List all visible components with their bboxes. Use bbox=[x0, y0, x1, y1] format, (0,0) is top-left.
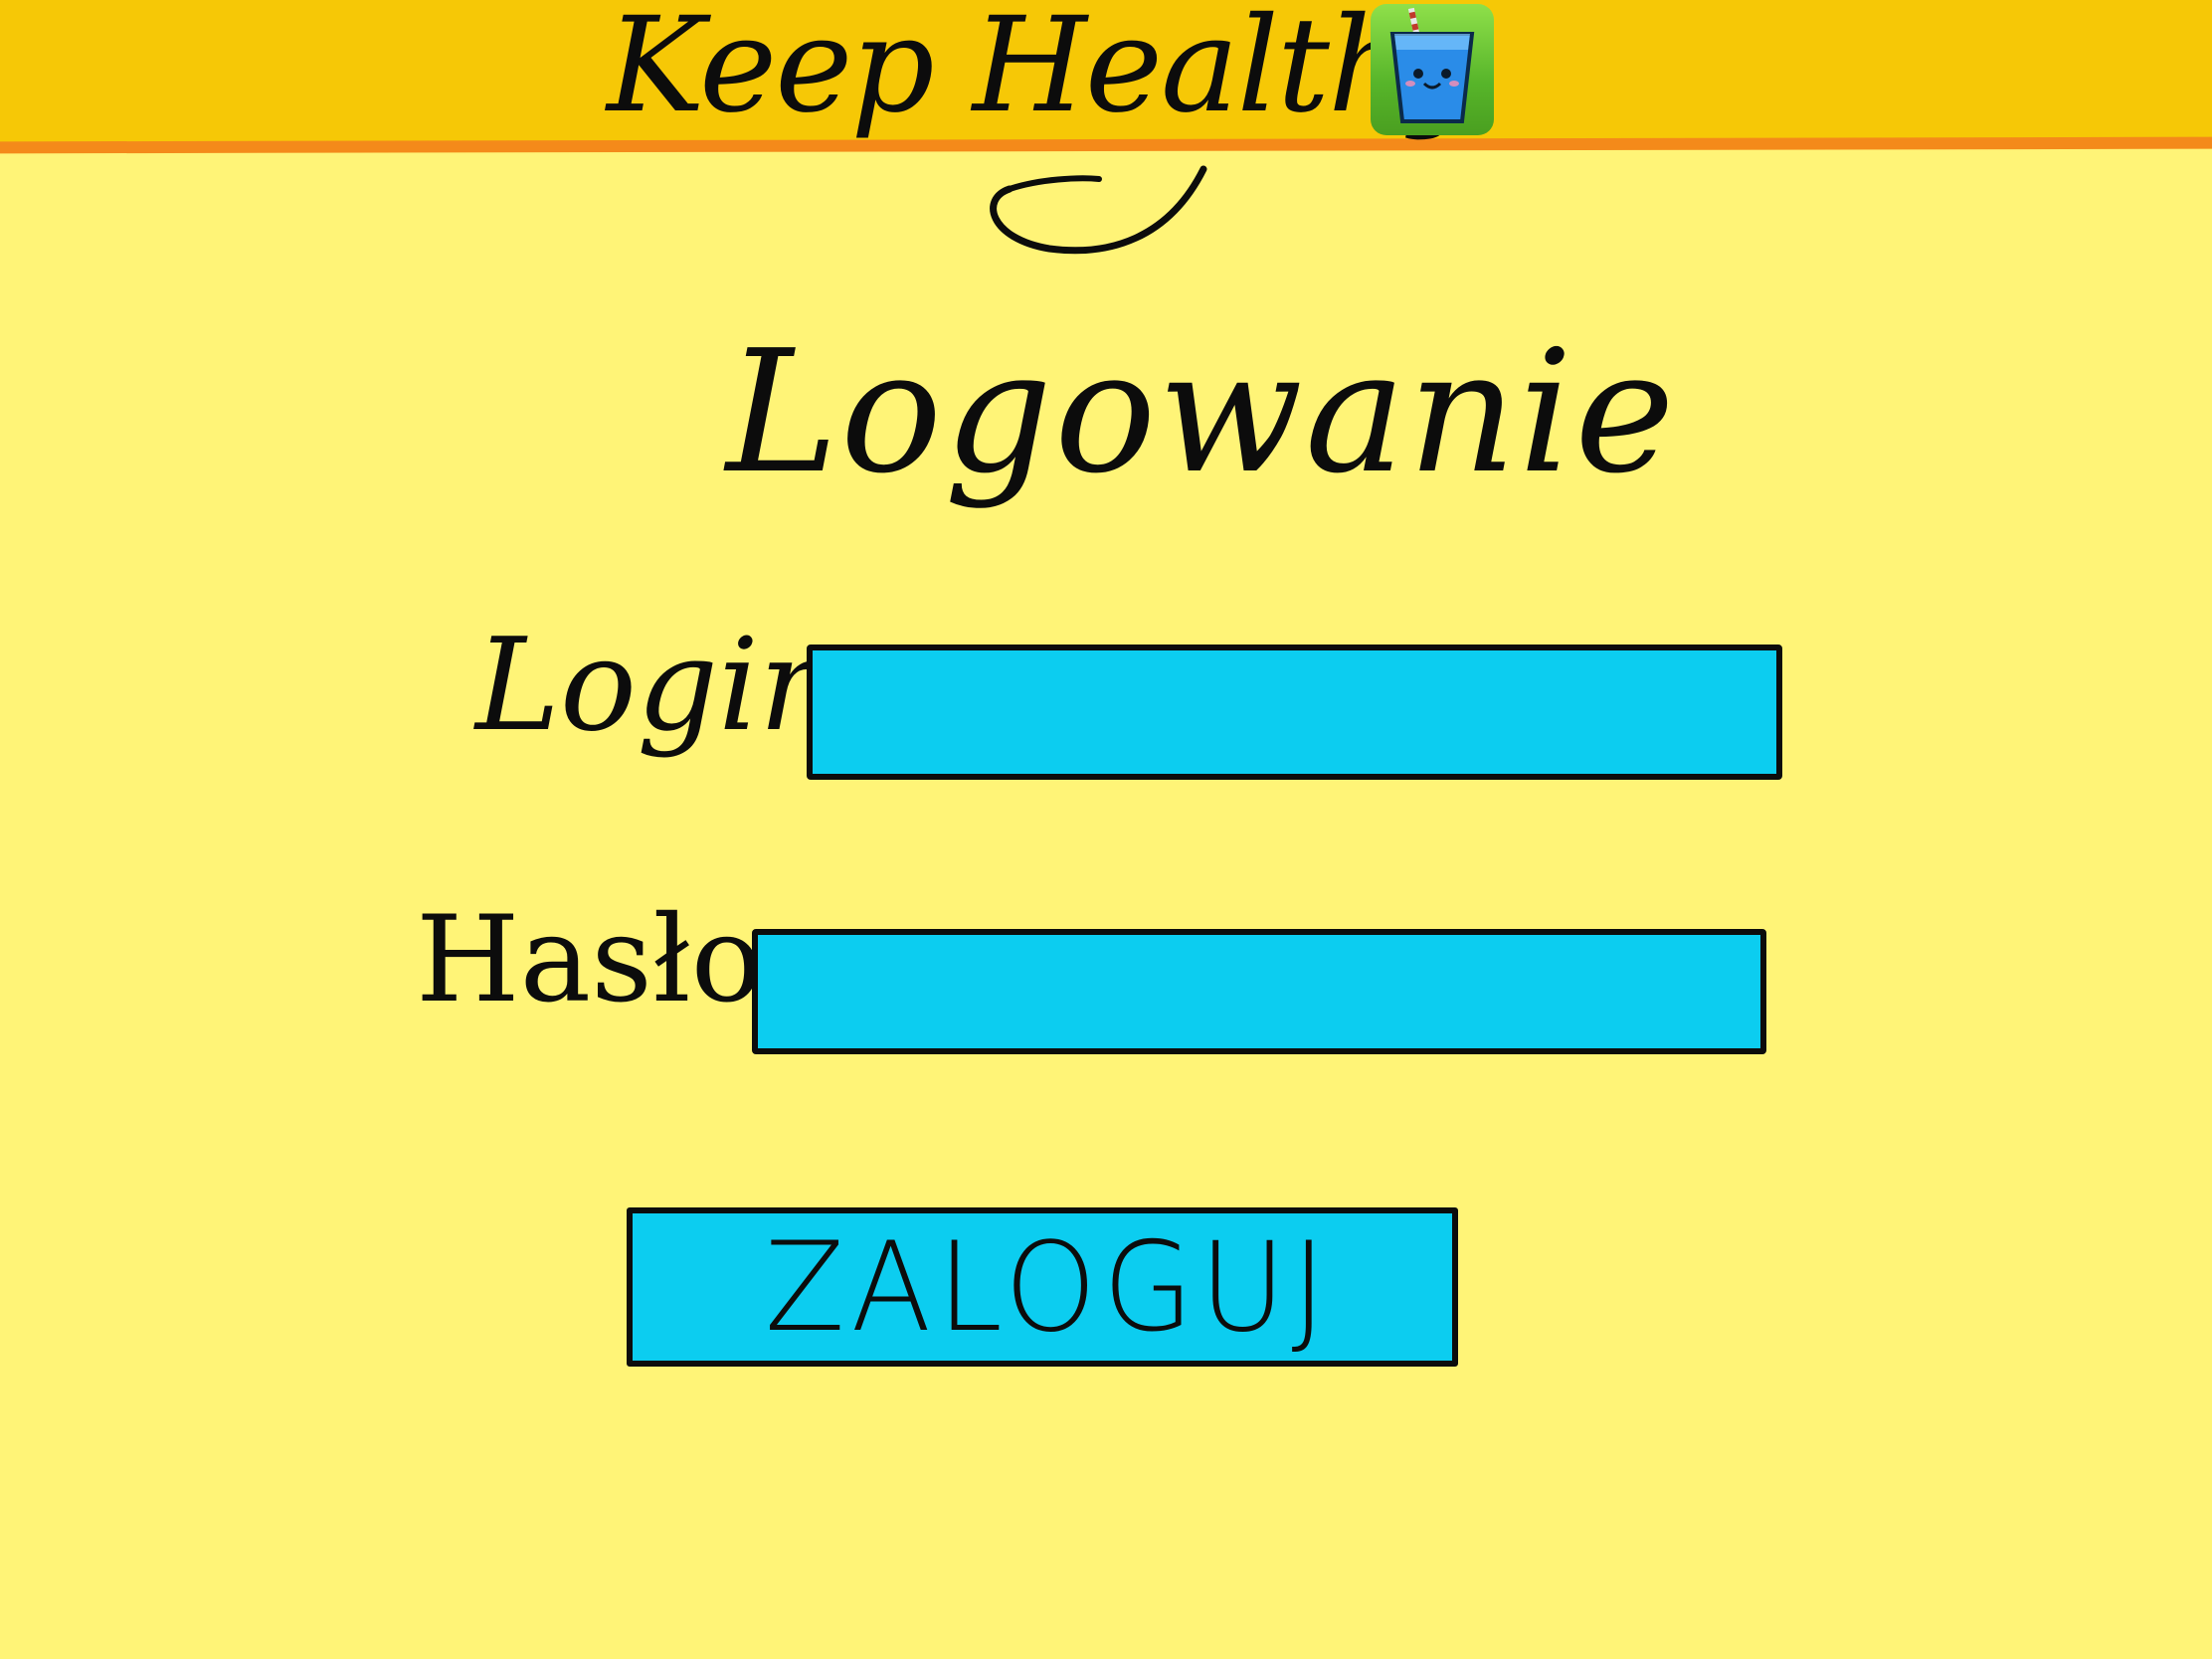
water-glass-icon[interactable] bbox=[1371, 4, 1494, 135]
login-input[interactable] bbox=[807, 645, 1782, 780]
page-title: Logowanie bbox=[726, 314, 1677, 511]
password-label: Hasło bbox=[416, 891, 763, 1029]
title-flourish bbox=[990, 165, 1207, 255]
login-button-label: ZALOGUJ bbox=[764, 1214, 1333, 1360]
password-input[interactable] bbox=[752, 929, 1766, 1054]
app-title: Keep Healthy bbox=[607, 0, 1485, 142]
login-label: Login bbox=[475, 612, 841, 760]
login-button[interactable]: ZALOGUJ bbox=[627, 1207, 1458, 1367]
